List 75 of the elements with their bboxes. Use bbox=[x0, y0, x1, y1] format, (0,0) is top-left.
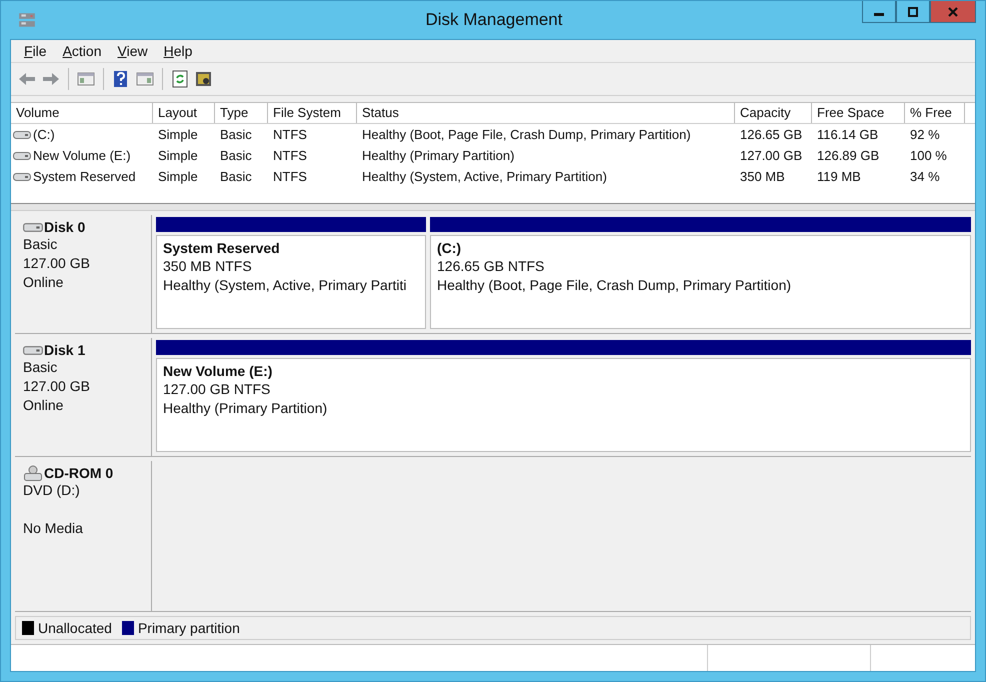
partition-status: Healthy (Primary Partition) bbox=[163, 399, 328, 418]
column-header[interactable]: Type bbox=[215, 103, 268, 123]
disk-label-panel[interactable]: Disk 1 Basic 127.00 GB Online bbox=[15, 338, 152, 456]
table-cell: (C:) bbox=[33, 127, 55, 142]
table-cell-text: Basic bbox=[219, 148, 253, 163]
column-header[interactable]: Free Space bbox=[812, 103, 905, 123]
table-cell-text: 100 % bbox=[909, 148, 948, 163]
disk-status: Online bbox=[23, 396, 64, 415]
table-cell-text: NTFS bbox=[272, 169, 308, 184]
minimize-button[interactable] bbox=[862, 1, 896, 23]
table-cell: New Volume (E:) bbox=[33, 148, 131, 163]
table-cell-text: 126.65 GB bbox=[739, 127, 804, 142]
disk-label-panel[interactable]: CD-ROM 0 DVD (D:) No Media bbox=[15, 461, 152, 611]
table-cell: System Reserved bbox=[33, 169, 136, 184]
disk-type: Basic bbox=[23, 358, 58, 377]
menu-item[interactable]: File bbox=[17, 42, 54, 60]
column-header[interactable]: File System bbox=[268, 103, 357, 123]
partition-size: 127.00 GB NTFS bbox=[163, 380, 270, 399]
table-cell-text: 92 % bbox=[909, 127, 941, 142]
disk-name: Disk 1 bbox=[44, 342, 86, 358]
minimize-icon bbox=[874, 13, 884, 16]
table-cell-text: 34 % bbox=[909, 169, 941, 184]
disk-size: 127.00 GB bbox=[23, 254, 91, 273]
table-cell-text: 127.00 GB bbox=[739, 148, 804, 163]
column-header[interactable]: Capacity bbox=[735, 103, 812, 123]
column-header[interactable]: Volume bbox=[11, 103, 153, 123]
partition-name: New Volume (E:) bbox=[163, 362, 272, 380]
table-cell-text: 350 MB bbox=[739, 169, 786, 184]
disk-label-panel[interactable]: Disk 0 Basic 127.00 GB Online bbox=[15, 215, 152, 333]
table-cell-text: Healthy (Boot, Page File, Crash Dump, Primary Partition) bbox=[361, 127, 692, 142]
splitter-bar[interactable] bbox=[11, 203, 975, 211]
disk-name: CD-ROM 0 bbox=[44, 465, 114, 481]
disk-status: No Media bbox=[23, 519, 84, 538]
table-cell-text: Basic bbox=[219, 127, 253, 142]
partition-name: (C:) bbox=[437, 239, 462, 257]
app-icon bbox=[18, 11, 36, 29]
disk-name: Disk 0 bbox=[44, 219, 86, 235]
table-cell-text: Simple bbox=[157, 127, 199, 142]
table-cell-text: Healthy (System, Active, Primary Partition) bbox=[361, 169, 608, 184]
table-cell-text: Healthy (Primary Partition) bbox=[361, 148, 516, 163]
menu-item[interactable]: View bbox=[110, 42, 155, 60]
disk-type: Basic bbox=[23, 235, 58, 254]
legend-label: Unallocated bbox=[38, 620, 112, 636]
close-icon bbox=[946, 6, 960, 16]
partition-size: 126.65 GB NTFS bbox=[437, 257, 544, 276]
partition-status: Healthy (System, Active, Primary Partiti bbox=[163, 276, 407, 295]
column-header[interactable]: % Free bbox=[905, 103, 965, 123]
table-cell-text: NTFS bbox=[272, 148, 308, 163]
drive-icon bbox=[13, 172, 31, 182]
table-cell-text: 119 MB bbox=[816, 169, 862, 184]
menu-item[interactable]: Help bbox=[156, 42, 200, 60]
table-cell-text: Simple bbox=[157, 169, 199, 184]
column-header[interactable]: Layout bbox=[153, 103, 215, 123]
partition-name: System Reserved bbox=[163, 239, 280, 257]
maximize-icon bbox=[906, 6, 920, 16]
close-button[interactable] bbox=[930, 1, 976, 23]
drive-icon bbox=[13, 150, 31, 160]
table-cell-text: Basic bbox=[219, 169, 253, 184]
maximize-button[interactable] bbox=[896, 1, 930, 23]
partition-size: 350 MB NTFS bbox=[163, 257, 252, 276]
disk-status: Online bbox=[23, 273, 64, 292]
refresh-icon[interactable] bbox=[170, 69, 190, 89]
column-header[interactable]: Status bbox=[357, 103, 735, 123]
table-cell-text: NTFS bbox=[272, 127, 308, 142]
drive-icon bbox=[13, 130, 31, 140]
table-cell-text: Simple bbox=[157, 148, 199, 163]
menu-item[interactable]: Action bbox=[56, 42, 108, 60]
table-cell-text: 126.89 GB bbox=[816, 148, 880, 163]
optical-drive-icon bbox=[23, 465, 43, 481]
legend-label: Primary partition bbox=[138, 620, 240, 636]
partition-status: Healthy (Boot, Page File, Crash Dump, Primary Partition) bbox=[437, 276, 792, 295]
window-title: Disk Management bbox=[425, 10, 562, 29]
table-cell-text: 116.14 GB bbox=[816, 127, 880, 142]
disk-size: 127.00 GB bbox=[23, 377, 91, 396]
disk-type: DVD (D:) bbox=[23, 481, 81, 500]
